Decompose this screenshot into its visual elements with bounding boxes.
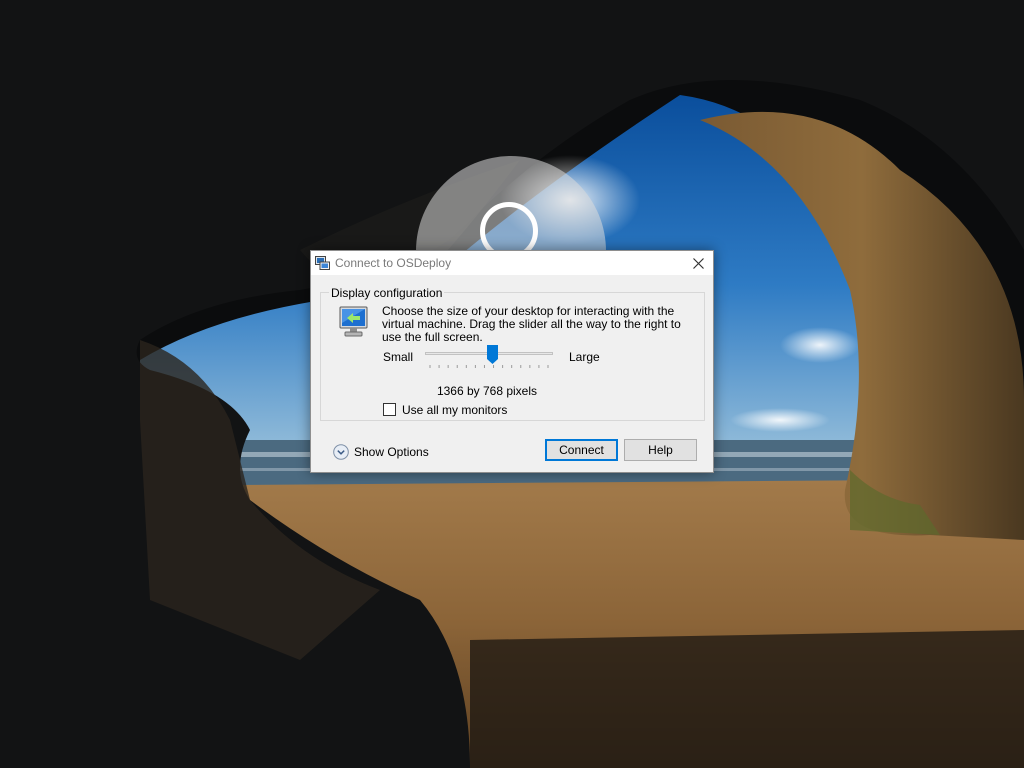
description-text: Choose the size of your desktop for inte…: [382, 304, 681, 344]
group-title: Display configuration: [329, 286, 445, 300]
remote-desktop-icon: [315, 256, 330, 270]
help-button[interactable]: Help: [624, 439, 697, 461]
resolution-text: 1366 by 768 pixels: [436, 384, 538, 398]
slider-thumb[interactable]: [487, 345, 498, 364]
slider-ticks: [429, 365, 549, 368]
close-icon: [692, 257, 704, 269]
dialog-titlebar[interactable]: Connect to OSDeploy: [311, 251, 713, 275]
use-all-monitors-label[interactable]: Use all my monitors: [402, 403, 507, 417]
connect-dialog: Connect to OSDeploy Display configuratio…: [310, 250, 714, 473]
dialog-title: Connect to OSDeploy: [335, 256, 452, 270]
chevron-down-circle-icon: [333, 444, 349, 460]
use-all-monitors-checkbox[interactable]: [383, 403, 396, 416]
slider-max-label: Large: [569, 350, 600, 364]
show-options-label: Show Options: [354, 445, 429, 459]
connect-button[interactable]: Connect: [545, 439, 618, 461]
slider-min-label: Small: [383, 350, 414, 364]
resolution-slider[interactable]: [425, 344, 553, 370]
monitor-icon: [339, 306, 368, 337]
close-button[interactable]: [683, 251, 713, 275]
display-configuration-group: Display configuration Choose the size of…: [320, 286, 705, 421]
